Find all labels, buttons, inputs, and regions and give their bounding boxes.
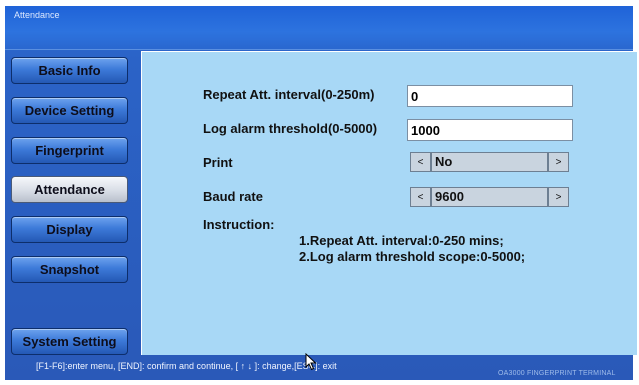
print-label: Print (203, 155, 233, 170)
instruction-line-2: 2.Log alarm threshold scope:0-5000; (299, 249, 526, 264)
repeat-interval-input[interactable] (407, 85, 573, 107)
instruction-line-1: 1.Repeat Att. interval:0-250 mins; (299, 233, 504, 248)
sidebar-item-snapshot[interactable]: Snapshot (11, 256, 128, 283)
log-alarm-input[interactable] (407, 119, 573, 141)
print-prev-button[interactable]: < (410, 152, 431, 172)
mouse-pointer-icon (305, 353, 317, 371)
print-value: No (431, 152, 548, 172)
sidebar-item-fingerprint[interactable]: Fingerprint (11, 137, 128, 164)
sidebar-item-system-setting[interactable]: System Setting (11, 328, 128, 355)
sidebar-item-basic-info[interactable]: Basic Info (11, 57, 128, 84)
repeat-interval-label: Repeat Att. interval(0-250m) (203, 87, 375, 102)
brand-label: OA3000 FINGERPRINT TERMINAL (498, 370, 616, 377)
print-next-button[interactable]: > (548, 152, 569, 172)
title-bar: Attendance (5, 6, 633, 50)
sidebar-item-display[interactable]: Display (11, 216, 128, 243)
baud-rate-value: 9600 (431, 187, 548, 207)
sidebar-item-device-setting[interactable]: Device Setting (11, 97, 128, 124)
key-hint-text: [F1-F6]:enter menu, [END]: confirm and c… (36, 361, 337, 371)
instruction-label: Instruction: (203, 217, 275, 232)
baud-rate-label: Baud rate (203, 189, 263, 204)
log-alarm-label: Log alarm threshold(0-5000) (203, 121, 378, 136)
window-title: Attendance (14, 10, 60, 20)
baud-rate-next-button[interactable]: > (548, 187, 569, 207)
baud-rate-prev-button[interactable]: < (410, 187, 431, 207)
sidebar-item-attendance[interactable]: Attendance (11, 176, 128, 203)
